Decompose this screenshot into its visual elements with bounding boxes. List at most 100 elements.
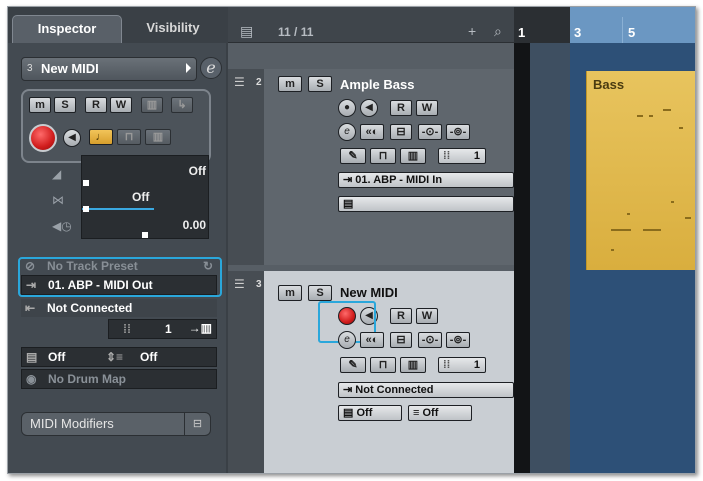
midi-modifiers-section[interactable]: MIDI Modifiers ⊟	[21, 412, 211, 436]
mute-button[interactable]: m	[278, 76, 302, 92]
channel-value: 1	[473, 359, 480, 371]
track-color-strip	[228, 69, 264, 265]
bank-program-row[interactable]: ▤ Off ⇕≡ Off	[21, 347, 217, 367]
midi-input-field[interactable]: ⇥ 01. ABP - MIDI In	[338, 172, 514, 188]
record-enable-button[interactable]: ●	[338, 99, 356, 117]
part-name: Bass	[593, 77, 625, 92]
list-icon[interactable]: ▤	[240, 23, 253, 40]
bank-field[interactable]: ▤ Off	[338, 405, 402, 421]
insert-a-button[interactable]: -⊙-	[418, 124, 442, 140]
bank-icon: ▤	[26, 350, 38, 364]
bank-field[interactable]: ▤	[338, 196, 514, 212]
monitor-button[interactable]: ◀	[360, 99, 378, 117]
track-number: 3	[256, 279, 262, 290]
lane-button[interactable]: ↳	[171, 97, 193, 113]
insert-a-button[interactable]: -⊙-	[418, 332, 442, 348]
write-automation-button[interactable]: W	[416, 100, 438, 116]
write-automation-button[interactable]: W	[110, 97, 132, 113]
inspector-panel: Inspector Visibility 3 New MIDI e m S R …	[8, 7, 226, 473]
pan-line	[82, 208, 154, 210]
freeze-button[interactable]: ▥	[141, 97, 163, 113]
mute-button[interactable]: m	[29, 97, 51, 113]
write-automation-button[interactable]: W	[416, 308, 438, 324]
edit-instrument-button[interactable]: e	[338, 331, 356, 349]
channel-field[interactable]: ⁞⁞ 1	[438, 148, 486, 164]
cubase-window: Inspector Visibility 3 New MIDI e m S R …	[7, 6, 696, 474]
volume-handle[interactable]	[83, 180, 89, 186]
edit-instrument-button[interactable]: e	[200, 57, 222, 79]
instrument-editor-icon[interactable]: →▥	[189, 321, 212, 335]
read-automation-button[interactable]: R	[390, 308, 412, 324]
record-enable-button[interactable]	[29, 124, 57, 152]
midi-input-field[interactable]: ⇥ Not Connected	[338, 382, 514, 398]
inspector-track-name-field[interactable]: 3 New MIDI	[21, 57, 197, 81]
solo-defeat-button[interactable]: «◐	[360, 332, 384, 348]
bank-icon: ▤	[343, 198, 354, 210]
add-track-icon[interactable]: +	[468, 23, 476, 39]
show-lanes-button[interactable]: ⊟	[390, 124, 412, 140]
solo-button[interactable]: S	[308, 76, 332, 92]
drum-map-selector[interactable]: ◉ No Drum Map	[21, 369, 217, 389]
program-value[interactable]: Off	[140, 350, 157, 364]
pan-handle[interactable]	[83, 206, 89, 212]
channel-icon: ⁞⁞	[123, 322, 131, 336]
search-icon[interactable]: ⌕	[494, 23, 502, 40]
track-list: ▤ 11 / 11 + ⌕ ☰ 2 m S Ample Bass ● ◀ R W…	[228, 7, 514, 473]
input-icon: ⇤	[25, 301, 36, 315]
track-row-ample-bass[interactable]: ☰ 2 m S Ample Bass ● ◀ R W e «◐ ⊟ -⊙- -⊚…	[228, 69, 514, 265]
tab-inspector[interactable]: Inspector	[12, 15, 122, 43]
track-parameters-area[interactable]: Off Off 0.00	[81, 155, 209, 239]
program-field[interactable]: ≡ Off	[408, 405, 472, 421]
edit-instrument-button[interactable]: e	[338, 123, 356, 141]
delay-value[interactable]: 0.00	[183, 218, 206, 232]
program-icon: ≡	[413, 407, 420, 419]
channel-field[interactable]: ⁞⁞ 1	[438, 357, 486, 373]
keyboard-button[interactable]: ▥	[145, 129, 171, 145]
section-settings-icon[interactable]: ⊟	[184, 413, 210, 435]
lane-region	[530, 43, 570, 473]
read-automation-button[interactable]: R	[85, 97, 107, 113]
midi-input-selector[interactable]: ⇤ Not Connected	[21, 299, 217, 317]
pan-value[interactable]: Off	[132, 190, 149, 204]
solo-button[interactable]: S	[308, 285, 332, 301]
bank-value: Off	[356, 407, 373, 419]
bank-value[interactable]: Off	[48, 350, 65, 364]
timeline-ruler[interactable]: 1 3 5	[514, 7, 695, 43]
track-name[interactable]: New MIDI	[340, 285, 398, 300]
insert-b-button[interactable]: -⊚-	[446, 124, 470, 140]
ruler-marker-3: 3	[574, 25, 582, 40]
project-area[interactable]: 1 3 5 Bass	[514, 7, 695, 473]
drum-map-icon: ◉	[26, 372, 37, 386]
inspector-track-controls: m S R W ▥ ↳ ◀ ♩ ⊓ ▥	[21, 89, 211, 163]
volume-value[interactable]: Off	[189, 164, 206, 178]
ruler-marker-5: 5	[628, 25, 636, 40]
midi-part-bass[interactable]: Bass	[586, 71, 695, 270]
track-name[interactable]: Ample Bass	[340, 77, 414, 92]
solo-button[interactable]: S	[54, 97, 76, 113]
track-row-new-midi[interactable]: ☰ 3 m S New MIDI ● ◀ R W e «◐ ⊟ -⊙- -⊚- …	[228, 271, 514, 473]
read-automation-button[interactable]: R	[390, 100, 412, 116]
delay-handle[interactable]	[142, 232, 148, 238]
midi-track-icon: ☰	[234, 75, 245, 89]
monitor-button[interactable]: ◀	[63, 129, 81, 147]
project-edge	[514, 43, 530, 473]
keyboard-button[interactable]: ▥	[400, 148, 426, 164]
edit-pen-button[interactable]: ✎	[340, 357, 366, 373]
lock-button[interactable]: ⊓	[117, 129, 141, 145]
insert-b-button[interactable]: -⊚-	[446, 332, 470, 348]
keyboard-button[interactable]: ▥	[400, 357, 426, 373]
midi-note	[671, 201, 674, 203]
mute-button[interactable]: m	[278, 285, 302, 301]
expand-arrow-icon[interactable]	[186, 63, 191, 73]
time-base-button[interactable]: ♩	[89, 129, 113, 145]
solo-defeat-button[interactable]: «◐	[360, 124, 384, 140]
show-lanes-button[interactable]: ⊟	[390, 332, 412, 348]
midi-note	[663, 109, 671, 111]
edit-pen-button[interactable]: ✎	[340, 148, 366, 164]
tab-visibility[interactable]: Visibility	[126, 15, 220, 43]
ruler-marker-1: 1	[518, 25, 526, 40]
lock-button[interactable]: ⊓	[370, 357, 396, 373]
lock-button[interactable]: ⊓	[370, 148, 396, 164]
midi-channel-selector[interactable]: ⁞⁞ 1 →▥	[108, 319, 217, 339]
volume-icon: ◢	[52, 167, 62, 181]
